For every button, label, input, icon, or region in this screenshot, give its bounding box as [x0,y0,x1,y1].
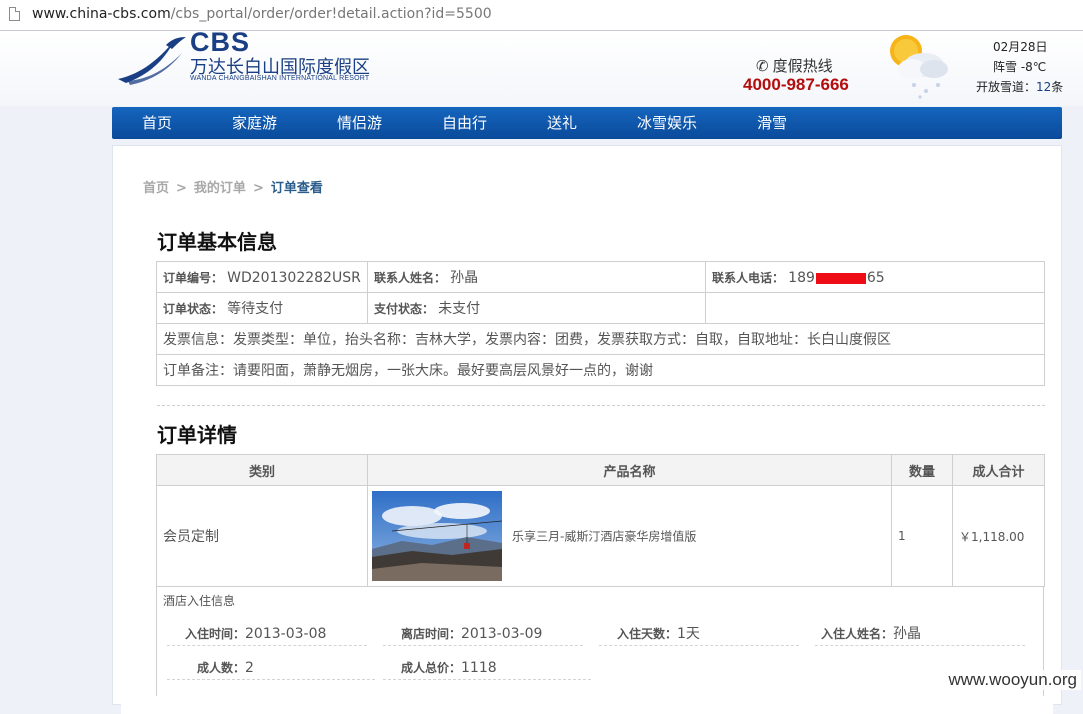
redaction-mark [815,272,866,284]
hotline-label-text: 度假热线 [772,57,833,75]
open-slopes: 开放雪道：12条 [976,78,1063,95]
column-header-category: 类别 [156,454,368,486]
row-quantity: 1 [891,485,953,587]
table-row: 订单编号： WD201302282USR 联系人姓名： 孙晶 联系人电话： 18… [156,261,1045,293]
breadcrumb-separator: > [176,181,187,196]
main-nav: 首页 家庭游 情侣游 自由行 送礼 冰雪娱乐 滑雪 [112,107,1062,139]
order-detail-table: 类别 产品名称 数量 成人合计 会员定制 乐享三月-威斯汀酒店豪华房增值版 1 … [156,454,1045,587]
guest-name: 孙晶 [893,626,922,642]
checkin-time-label: 入住时间： [185,627,246,641]
table-header-row: 类别 产品名称 数量 成人合计 [156,454,1045,486]
open-slopes-label: 开放雪道： [976,80,1037,94]
contact-name-cell: 联系人姓名： 孙晶 [367,261,706,293]
hotel-checkin-info: 酒店入住信息 入住时间：2013-03-08 离店时间：2013-03-09 入… [156,586,1044,696]
nav-item-couple[interactable]: 情侣游 [337,107,382,139]
breadcrumb: 首页 > 我的订单 > 订单查看 [143,177,323,196]
pay-status: 未支付 [438,301,481,317]
breadcrumb-separator: > [252,181,264,196]
basic-info-table: 订单编号： WD201302282USR 联系人姓名： 孙晶 联系人电话： 18… [156,261,1045,386]
table-row: 会员定制 乐享三月-威斯汀酒店豪华房增值版 1 ￥1,118.00 [156,485,1045,587]
weather-date: 02月28日 [993,40,1048,54]
pay-status-label: 支付状态： [374,302,435,316]
checkin-time: 2013-03-08 [245,626,327,642]
logo-english-name: WANDA CHANGBAISHAN INTERNATIONAL RESORT [190,75,370,82]
order-number-label: 订单编号： [163,270,224,285]
guest-name-field: 入住人姓名：孙晶 [815,622,1025,646]
breadcrumb-home[interactable]: 首页 [143,181,169,196]
section-divider [157,405,1045,406]
contact-phone-prefix: 189 [788,269,815,286]
contact-phone-suffix: 65 [866,269,885,286]
snow-sun-weather-icon [890,35,948,99]
nav-item-home[interactable]: 首页 [142,107,172,139]
address-bar[interactable]: www.china-cbs.com/cbs_portal/order/order… [0,0,1083,31]
table-row: 订单备注：请要阳面，萧静无烟房，一张大床。最好要高层风景好一点的，谢谢 [156,354,1045,386]
detail-title: 订单详情 [157,423,237,447]
checkin-time-field: 入住时间：2013-03-08 [167,622,367,646]
open-slopes-count: 12 [1036,80,1052,94]
order-status-label: 订单状态： [163,302,224,316]
nav-item-snow-fun[interactable]: 冰雪娱乐 [637,107,697,139]
breadcrumb-current: 订单查看 [270,181,323,196]
nav-item-family[interactable]: 家庭游 [232,107,277,139]
nav-item-gift[interactable]: 送礼 [547,107,577,139]
row-product-name[interactable]: 乐享三月-威斯汀酒店豪华房增值版 [512,530,696,544]
adults-count-label: 成人数： [197,661,246,675]
url-path: /cbs_portal/order/order!detail.action?id… [170,6,492,22]
order-number-cell: 订单编号： WD201302282USR [156,261,368,293]
stay-days-field: 入住天数：1天 [599,622,799,646]
adult-total-price: 1118 [461,660,497,676]
contact-phone-label: 联系人电话： [712,270,785,285]
stay-days-label: 入住天数： [617,627,678,641]
checkout-time-field: 离店时间：2013-03-09 [383,622,583,646]
breadcrumb-my-orders[interactable]: 我的订单 [194,181,246,196]
order-status-cell: 订单状态： 等待支付 [156,292,368,324]
url-text[interactable]: www.china-cbs.com/cbs_portal/order/order… [32,6,492,22]
page-icon [9,7,20,21]
site-header: CBS 万达长白山国际度假区 WANDA CHANGBAISHAN INTERN… [0,27,1083,106]
empty-cell [705,292,1045,324]
guest-name-label: 入住人姓名： [821,627,894,641]
watermark: www.wooyun.org [944,670,1081,690]
invoice-info: 发票信息：发票类型：单位，抬头名称：吉林大学，发票内容：团费，发票获取方式：自取… [156,323,1045,355]
contact-phone-cell: 联系人电话： 189 65 [705,261,1045,293]
hotline-number: 4000-987-666 [743,75,849,94]
crane-logo-icon[interactable] [116,35,192,87]
adult-total-price-field: 成人总价：1118 [383,656,591,680]
nav-item-free-travel[interactable]: 自由行 [442,107,487,139]
basic-info-title: 订单基本信息 [157,230,277,254]
table-row: 订单状态： 等待支付 支付状态： 未支付 [156,292,1045,324]
url-host: www.china-cbs.com [32,6,171,22]
checkout-time-label: 离店时间： [401,627,462,641]
row-product-cell: 乐享三月-威斯汀酒店豪华房增值版 [367,485,892,587]
checkout-time: 2013-03-09 [461,626,543,642]
phone-icon: ✆ [756,57,769,75]
order-remark: 订单备注：请要阳面，萧静无烟房，一张大床。最好要高层风景好一点的，谢谢 [156,354,1045,386]
weather-temperature: 阵雪 -8℃ [993,60,1047,74]
pay-status-cell: 支付状态： 未支付 [367,292,706,324]
nav-item-ski[interactable]: 滑雪 [757,107,787,139]
row-adult-total: ￥1,118.00 [952,485,1045,587]
adult-total-price-label: 成人总价： [401,661,462,675]
order-status: 等待支付 [227,301,284,317]
product-photo[interactable] [372,491,502,581]
table-row: 发票信息：发票类型：单位，抬头名称：吉林大学，发票内容：团费，发票获取方式：自取… [156,323,1045,355]
hotel-info-title: 酒店入住信息 [163,594,236,608]
stay-days: 1天 [677,626,700,642]
hotline-label: ✆ 度假热线 [756,55,833,76]
contact-name-label: 联系人姓名： [374,271,447,285]
row-category: 会员定制 [156,485,368,587]
column-header-product: 产品名称 [367,454,892,486]
column-header-adult-total: 成人合计 [952,454,1045,486]
order-number: WD201302282USR [227,269,361,286]
adults-count-field: 成人数：2 [167,656,375,680]
column-header-quantity: 数量 [891,454,953,486]
adults-count: 2 [245,660,254,676]
contact-name: 孙晶 [450,270,479,286]
open-slopes-unit: 条 [1051,80,1064,94]
